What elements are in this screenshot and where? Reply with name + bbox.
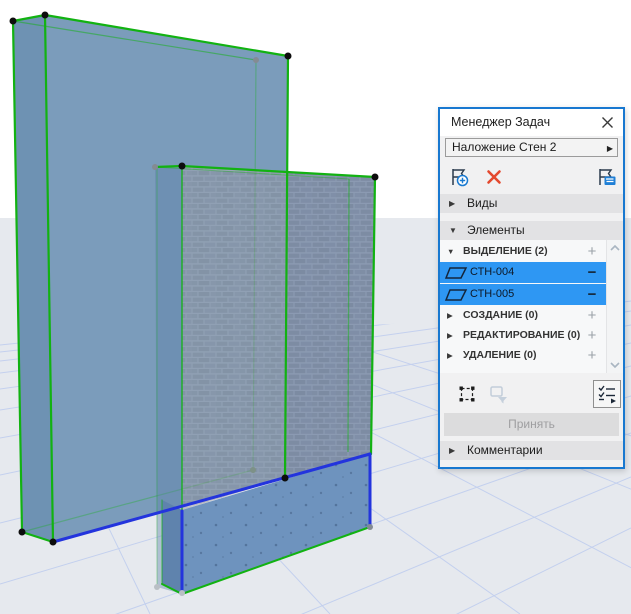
- task-settings-button[interactable]: [596, 166, 618, 188]
- list-item-sth-004[interactable]: СТН-004 −: [440, 262, 606, 283]
- add-task-button[interactable]: [449, 166, 471, 188]
- remove-element-button[interactable]: −: [583, 284, 601, 305]
- elements-list: ▼ ВЫДЕЛЕНИЕ (2) + СТН-004 − СТН-005 − ▶ …: [440, 240, 623, 373]
- group-label: УДАЛЕНИЕ (0): [463, 347, 586, 364]
- task-detail-toggle-button[interactable]: [593, 380, 621, 408]
- remove-element-button[interactable]: −: [583, 262, 601, 283]
- task-selector[interactable]: Наложение Стен 2 ▶: [445, 138, 618, 157]
- wall-icon: [444, 287, 468, 303]
- chevron-right-icon: ▶: [449, 441, 455, 460]
- wall-icon: [444, 265, 468, 281]
- group-label: РЕДАКТИРОВАНИЕ (0): [463, 327, 586, 344]
- group-row-creation[interactable]: ▶ СОЗДАНИЕ (0) +: [440, 307, 606, 324]
- filter-selection-button-disabled: [489, 385, 509, 404]
- list-scrollbar[interactable]: [606, 240, 623, 373]
- group-row-deletion[interactable]: ▶ УДАЛЕНИЕ (0) +: [440, 347, 606, 364]
- scroll-down-icon[interactable]: [609, 360, 621, 370]
- section-comments[interactable]: ▶ Комментарии: [440, 441, 623, 460]
- wall-sth-005-brick-face-behind-glass[interactable]: [182, 166, 286, 510]
- panel-title: Менеджер Задач: [451, 115, 550, 129]
- delete-task-button[interactable]: [486, 169, 502, 185]
- add-element-button[interactable]: +: [583, 347, 601, 364]
- add-element-button[interactable]: +: [583, 307, 601, 324]
- list-item-sth-005[interactable]: СТН-005 −: [440, 284, 606, 305]
- group-row-selection[interactable]: ▼ ВЫДЕЛЕНИЕ (2) +: [440, 243, 606, 260]
- wall-sth-005[interactable]: [155, 166, 375, 594]
- chevron-down-icon[interactable]: ▼: [447, 243, 454, 260]
- chevron-down-icon: ▼: [449, 221, 457, 240]
- marquee-select-button[interactable]: [458, 385, 476, 403]
- close-icon[interactable]: [600, 115, 615, 130]
- chevron-right-icon: ▶: [449, 194, 455, 213]
- task-selector-value: Наложение Стен 2: [452, 139, 556, 156]
- scroll-up-icon[interactable]: [609, 243, 621, 253]
- group-label: СОЗДАНИЕ (0): [463, 307, 586, 324]
- item-label: СТН-005: [470, 284, 514, 305]
- chevron-right-icon: ▶: [607, 140, 613, 157]
- chevron-right-icon[interactable]: ▶: [447, 327, 453, 344]
- section-elements-label: Элементы: [467, 221, 525, 240]
- chevron-right-icon[interactable]: ▶: [447, 307, 453, 324]
- wall-sth-005-selection-tint: [285, 172, 375, 478]
- item-label: СТН-004: [470, 262, 514, 283]
- accept-button[interactable]: Принять: [444, 413, 619, 436]
- add-element-button[interactable]: +: [583, 243, 601, 260]
- section-comments-label: Комментарии: [467, 441, 543, 460]
- wall-overlap-box-end-face[interactable]: [162, 500, 182, 594]
- section-elements[interactable]: ▼ Элементы: [440, 221, 623, 240]
- section-views[interactable]: ▶ Виды: [440, 194, 623, 213]
- checklist-icon: [594, 381, 620, 407]
- group-label: ВЫДЕЛЕНИЕ (2): [463, 243, 586, 260]
- section-views-label: Виды: [467, 194, 497, 213]
- chevron-right-icon[interactable]: ▶: [447, 347, 453, 364]
- task-manager-panel: Менеджер Задач Наложение Стен 2 ▶ ▶ Виды…: [438, 107, 625, 469]
- panel-title-bar[interactable]: Менеджер Задач: [440, 109, 623, 136]
- group-row-editing[interactable]: ▶ РЕДАКТИРОВАНИЕ (0) +: [440, 327, 606, 344]
- add-element-button[interactable]: +: [583, 327, 601, 344]
